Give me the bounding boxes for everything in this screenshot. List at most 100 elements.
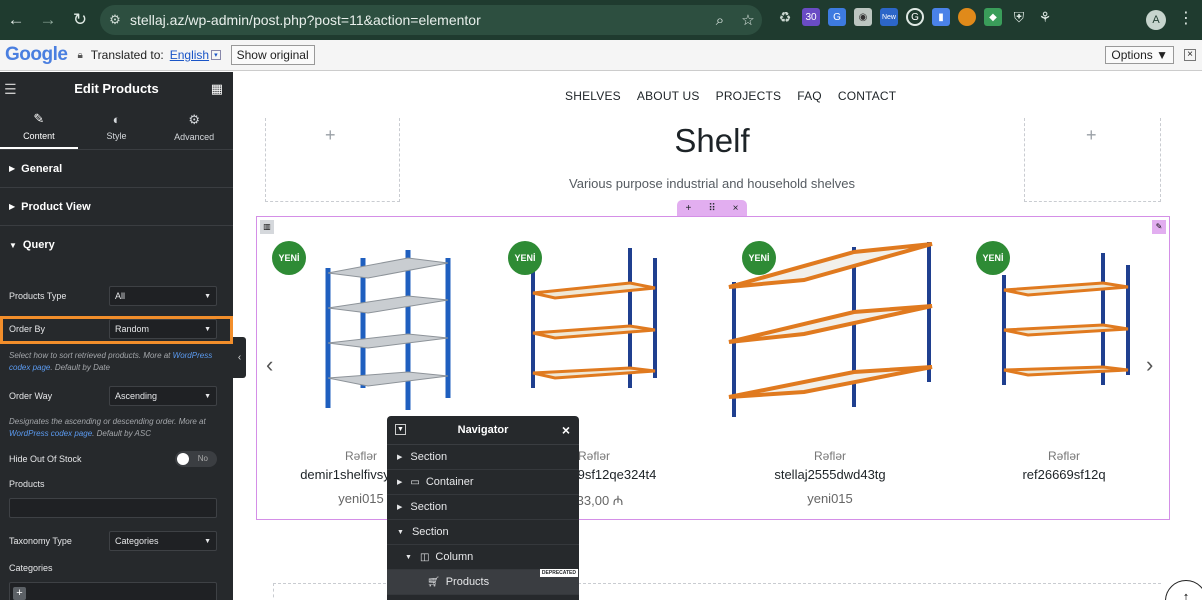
order-way-select[interactable]: Ascending ▼: [109, 386, 217, 406]
column-edit-icon[interactable]: ▥: [260, 220, 274, 234]
tab-content[interactable]: ✎ Content: [0, 104, 78, 149]
collapse-all-icon[interactable]: ▼: [395, 424, 406, 435]
colorful-extension-icon[interactable]: [958, 8, 976, 26]
product-name[interactable]: stellaj2555dwd43tg: [730, 467, 930, 482]
menu-item-projects[interactable]: PROJECTS: [716, 89, 782, 103]
products-type-select[interactable]: All ▼: [109, 286, 217, 306]
navigator-item[interactable]: ▼ Section: [387, 520, 579, 545]
tab-style-label: Style: [106, 131, 127, 141]
arrow-up-icon: ↑: [1182, 589, 1190, 600]
navigator-item[interactable]: ▶ Section: [387, 495, 579, 520]
section-general-label: General: [21, 162, 63, 175]
profile-avatar[interactable]: A: [1146, 10, 1166, 30]
add-element-icon[interactable]: +: [1086, 125, 1097, 146]
tab-style[interactable]: ◐ Style: [78, 104, 156, 149]
forward-icon[interactable]: →: [32, 4, 64, 36]
section-handle[interactable]: + ⠿ ×: [677, 200, 747, 216]
add-section-icon[interactable]: +: [685, 203, 691, 214]
product-name[interactable]: ref26669sf12q: [964, 467, 1164, 482]
products-input[interactable]: [9, 498, 217, 518]
widget-edit-icon[interactable]: ✎: [1152, 220, 1166, 234]
navigator-item-label: Section: [411, 526, 449, 538]
options-button[interactable]: Options ▼: [1105, 46, 1174, 64]
zoom-icon[interactable]: ⌕: [706, 12, 734, 29]
taxonomy-type-control: Taxonomy Type Categories ▼: [9, 531, 217, 551]
close-translate-icon[interactable]: ×: [1184, 49, 1196, 61]
scroll-top-button[interactable]: ↑: [1165, 580, 1202, 600]
product-image-2[interactable]: [525, 238, 665, 398]
section-general[interactable]: ▶ General: [0, 150, 233, 188]
codex-link[interactable]: WordPress codex page: [9, 429, 92, 438]
empty-column-right[interactable]: +: [1024, 118, 1161, 202]
calendar-extension-icon[interactable]: 30: [802, 8, 820, 26]
translate-extension-icon[interactable]: G: [828, 8, 846, 26]
section-query-label: Query: [22, 239, 55, 251]
navigator-panel: ▼ Navigator × ▶ Section ▶ ▭ Container ▶ Sect…: [387, 416, 579, 600]
drag-section-icon[interactable]: ⠿: [708, 203, 715, 214]
order-way-control: Order Way Ascending ▼: [9, 386, 217, 406]
carousel-next-icon[interactable]: ›: [1146, 352, 1153, 378]
navigator-item[interactable]: ▼ ◫ Column: [387, 545, 579, 570]
order-way-hint: Designates the ascending or descending o…: [9, 416, 219, 440]
categories-input[interactable]: [9, 582, 217, 600]
taxonomy-type-select[interactable]: Categories ▼: [109, 531, 217, 551]
camera-extension-icon[interactable]: ◉: [854, 8, 872, 26]
order-by-select[interactable]: Random ▼: [109, 319, 217, 339]
caret-right-icon: ▶: [9, 164, 16, 173]
products-type-label: Products Type: [9, 291, 67, 301]
address-bar[interactable]: ⚙ stellaj.az/wp-admin/post.php?post=11&a…: [100, 5, 762, 35]
close-icon[interactable]: ×: [562, 422, 570, 438]
browser-menu-icon[interactable]: ⋮: [1178, 8, 1194, 28]
site-info-icon[interactable]: ⚙: [100, 12, 130, 28]
carousel-prev-icon[interactable]: ‹: [266, 352, 273, 378]
delete-section-icon[interactable]: ×: [733, 203, 739, 214]
navigator-header[interactable]: ▼ Navigator ×: [387, 416, 579, 445]
language-select[interactable]: English: [170, 48, 209, 62]
add-element-icon[interactable]: +: [325, 125, 336, 146]
translated-to-label: Translated to:: [90, 48, 164, 62]
caret-down-icon: ▼: [397, 528, 404, 536]
order-way-label: Order Way: [9, 391, 53, 401]
collapse-panel-icon[interactable]: ‹: [233, 337, 246, 378]
hide-out-of-stock-toggle[interactable]: No: [175, 451, 217, 467]
grammarly-extension-icon[interactable]: G: [906, 8, 924, 26]
url-text: stellaj.az/wp-admin/post.php?post=11&act…: [130, 12, 481, 28]
navigator-item[interactable]: ▶ Section: [387, 445, 579, 470]
navigator-item[interactable]: ▶ ▭ Container: [387, 470, 579, 495]
section-product-view[interactable]: ▶ Product View: [0, 188, 233, 226]
translate-bar: Google 🔒︎ Translated to: English ▾ Show …: [0, 40, 1202, 71]
menu-item-about[interactable]: ABOUT US: [637, 89, 700, 103]
menu-item-shelves[interactable]: SHELVES: [565, 89, 621, 103]
product-category[interactable]: Rəflər: [730, 449, 930, 463]
new-extension-icon[interactable]: New: [880, 8, 898, 26]
puzzle-extensions-icon[interactable]: ⚘: [1036, 8, 1054, 26]
product-image-1[interactable]: [318, 238, 458, 418]
products-type-control: Products Type All ▼: [9, 286, 217, 306]
reload-icon[interactable]: ↻: [64, 4, 96, 36]
widgets-grid-icon[interactable]: ▦: [211, 81, 223, 97]
screen: ← → ↻ ⚙ stellaj.az/wp-admin/post.php?pos…: [0, 0, 1202, 600]
menu-item-contact[interactable]: CONTACT: [838, 89, 897, 103]
product-category[interactable]: Rəflər: [964, 449, 1164, 463]
new-badge: YENİ: [976, 241, 1010, 275]
order-way-hint-b: . Default by ASC: [92, 429, 151, 438]
add-category-icon[interactable]: +: [13, 587, 26, 600]
shield-extension-icon[interactable]: ⛨: [1010, 8, 1028, 26]
tab-advanced[interactable]: ⚙ Advanced: [155, 104, 233, 149]
show-original-button[interactable]: Show original: [230, 45, 315, 65]
drive-extension-icon[interactable]: ◆: [984, 8, 1002, 26]
product-image-4[interactable]: [998, 245, 1133, 390]
caret-right-icon: ▶: [397, 504, 403, 511]
menu-item-faq[interactable]: FAQ: [797, 89, 822, 103]
language-dropdown-icon[interactable]: ▾: [211, 50, 221, 60]
docs-extension-icon[interactable]: ▮: [932, 8, 950, 26]
back-icon[interactable]: ←: [0, 4, 32, 36]
toggle-value: No: [197, 454, 208, 463]
empty-column-left[interactable]: +: [265, 118, 400, 202]
bookmark-star-icon[interactable]: ☆: [734, 11, 762, 29]
recycle-extension-icon[interactable]: ♻: [776, 8, 794, 26]
section-query[interactable]: ▼ Query: [0, 226, 233, 264]
lock-icon: 🔒︎: [77, 49, 83, 61]
taxonomy-type-label: Taxonomy Type: [9, 536, 72, 546]
hamburger-icon[interactable]: ☰: [4, 81, 17, 98]
